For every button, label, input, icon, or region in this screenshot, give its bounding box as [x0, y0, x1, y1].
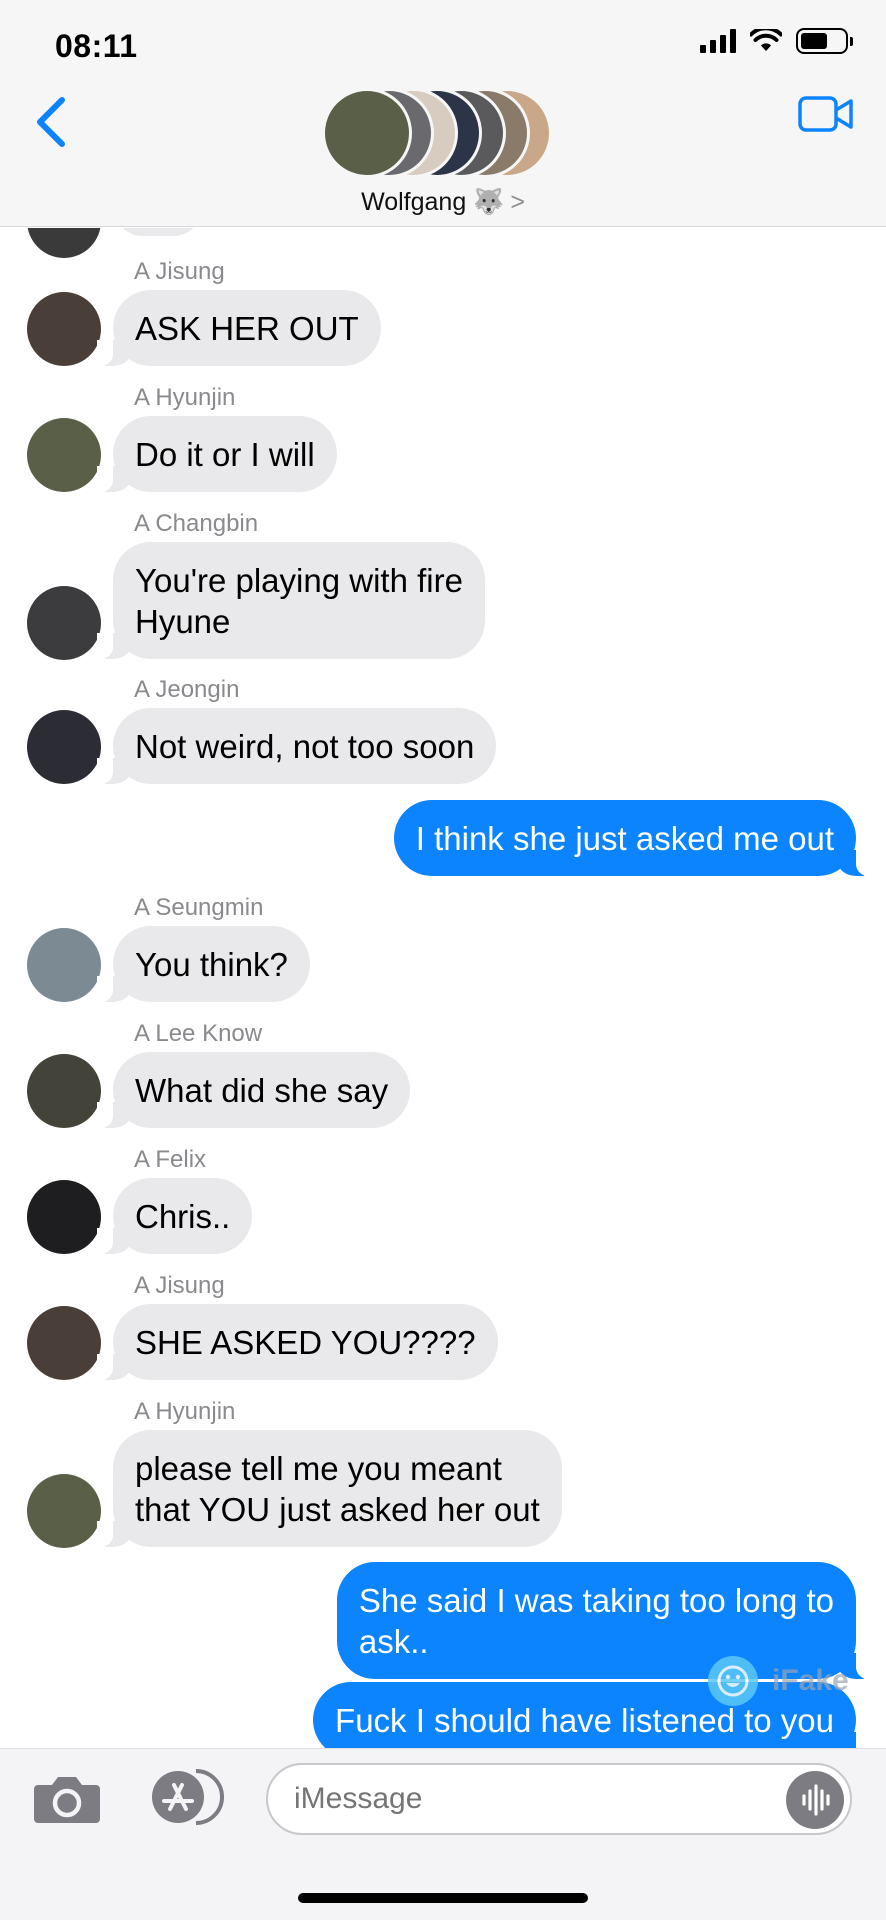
- avatar[interactable]: [27, 1180, 101, 1254]
- group-member-avatar: [322, 88, 412, 178]
- app-store-icon[interactable]: [144, 1767, 224, 1827]
- wifi-icon: [750, 29, 782, 51]
- sender-name: A Hyunjin: [134, 1398, 236, 1425]
- message-bubble[interactable]: Chris..: [96, 1178, 253, 1254]
- sender-name: A Felix: [134, 1146, 207, 1173]
- sender-name: A Jeongin: [134, 676, 240, 703]
- message-bubble[interactable]: Not weird, not too soon: [96, 708, 497, 784]
- message-bubble-sent[interactable]: I think she just asked me out: [393, 800, 873, 876]
- group-name[interactable]: Wolfgang 🐺 >: [0, 188, 886, 217]
- group-avatar-stack[interactable]: [322, 88, 562, 178]
- ifake-watermark: iFake: [708, 1656, 849, 1706]
- message-bubble[interactable]: Do it or I will: [97, 416, 337, 492]
- cellular-signal-icon: [700, 29, 736, 53]
- battery-icon: [796, 28, 853, 54]
- avatar[interactable]: [27, 586, 101, 660]
- sender-name: A Jisung: [134, 258, 225, 285]
- sender-name: A Jisung: [134, 1272, 225, 1299]
- video-call-icon[interactable]: [798, 94, 854, 134]
- sender-name: A Lee Know: [134, 1020, 263, 1047]
- avatar[interactable]: [27, 1474, 101, 1548]
- audio-record-icon[interactable]: [786, 1771, 844, 1829]
- avatar[interactable]: [27, 1054, 101, 1128]
- message-bubble[interactable]: You think?: [97, 926, 310, 1002]
- smiley-icon: [708, 1656, 758, 1706]
- avatar[interactable]: [27, 710, 101, 784]
- sender-name: A Changbin: [134, 510, 259, 537]
- sender-name: A Hyunjin: [134, 384, 236, 411]
- home-indicator[interactable]: [298, 1893, 588, 1903]
- camera-icon[interactable]: [32, 1771, 102, 1825]
- back-chevron-icon[interactable]: [28, 92, 72, 152]
- sender-name: A Seungmin: [134, 894, 264, 921]
- avatar[interactable]: [27, 928, 101, 1002]
- status-icons: [700, 28, 853, 54]
- message-list[interactable]: A Jisung ASK HER OUT A Hyunjin Do it or …: [0, 228, 886, 1748]
- watermark-text: iFake: [772, 1664, 849, 1697]
- conversation-header: 08:11 Wolfgang 🐺 >: [0, 0, 886, 227]
- message-bubble[interactable]: SHE ASKED YOU????: [97, 1304, 498, 1380]
- message-bubble[interactable]: please tell me you meant that YOU just a…: [97, 1430, 562, 1547]
- message-bubble: [113, 228, 203, 236]
- chevron-right-icon: >: [510, 188, 525, 216]
- avatar: [27, 228, 101, 258]
- message-bubble[interactable]: What did she say: [96, 1052, 411, 1128]
- avatar[interactable]: [27, 1306, 101, 1380]
- imessage-input[interactable]: [266, 1763, 852, 1835]
- compose-bar: [0, 1748, 886, 1920]
- status-time: 08:11: [55, 28, 138, 64]
- avatar[interactable]: [27, 292, 101, 366]
- message-bubble[interactable]: You're playing with fire Hyune: [97, 542, 485, 659]
- group-name-label: Wolfgang 🐺: [361, 188, 505, 216]
- avatar[interactable]: [27, 418, 101, 492]
- message-bubble[interactable]: ASK HER OUT: [97, 290, 381, 366]
